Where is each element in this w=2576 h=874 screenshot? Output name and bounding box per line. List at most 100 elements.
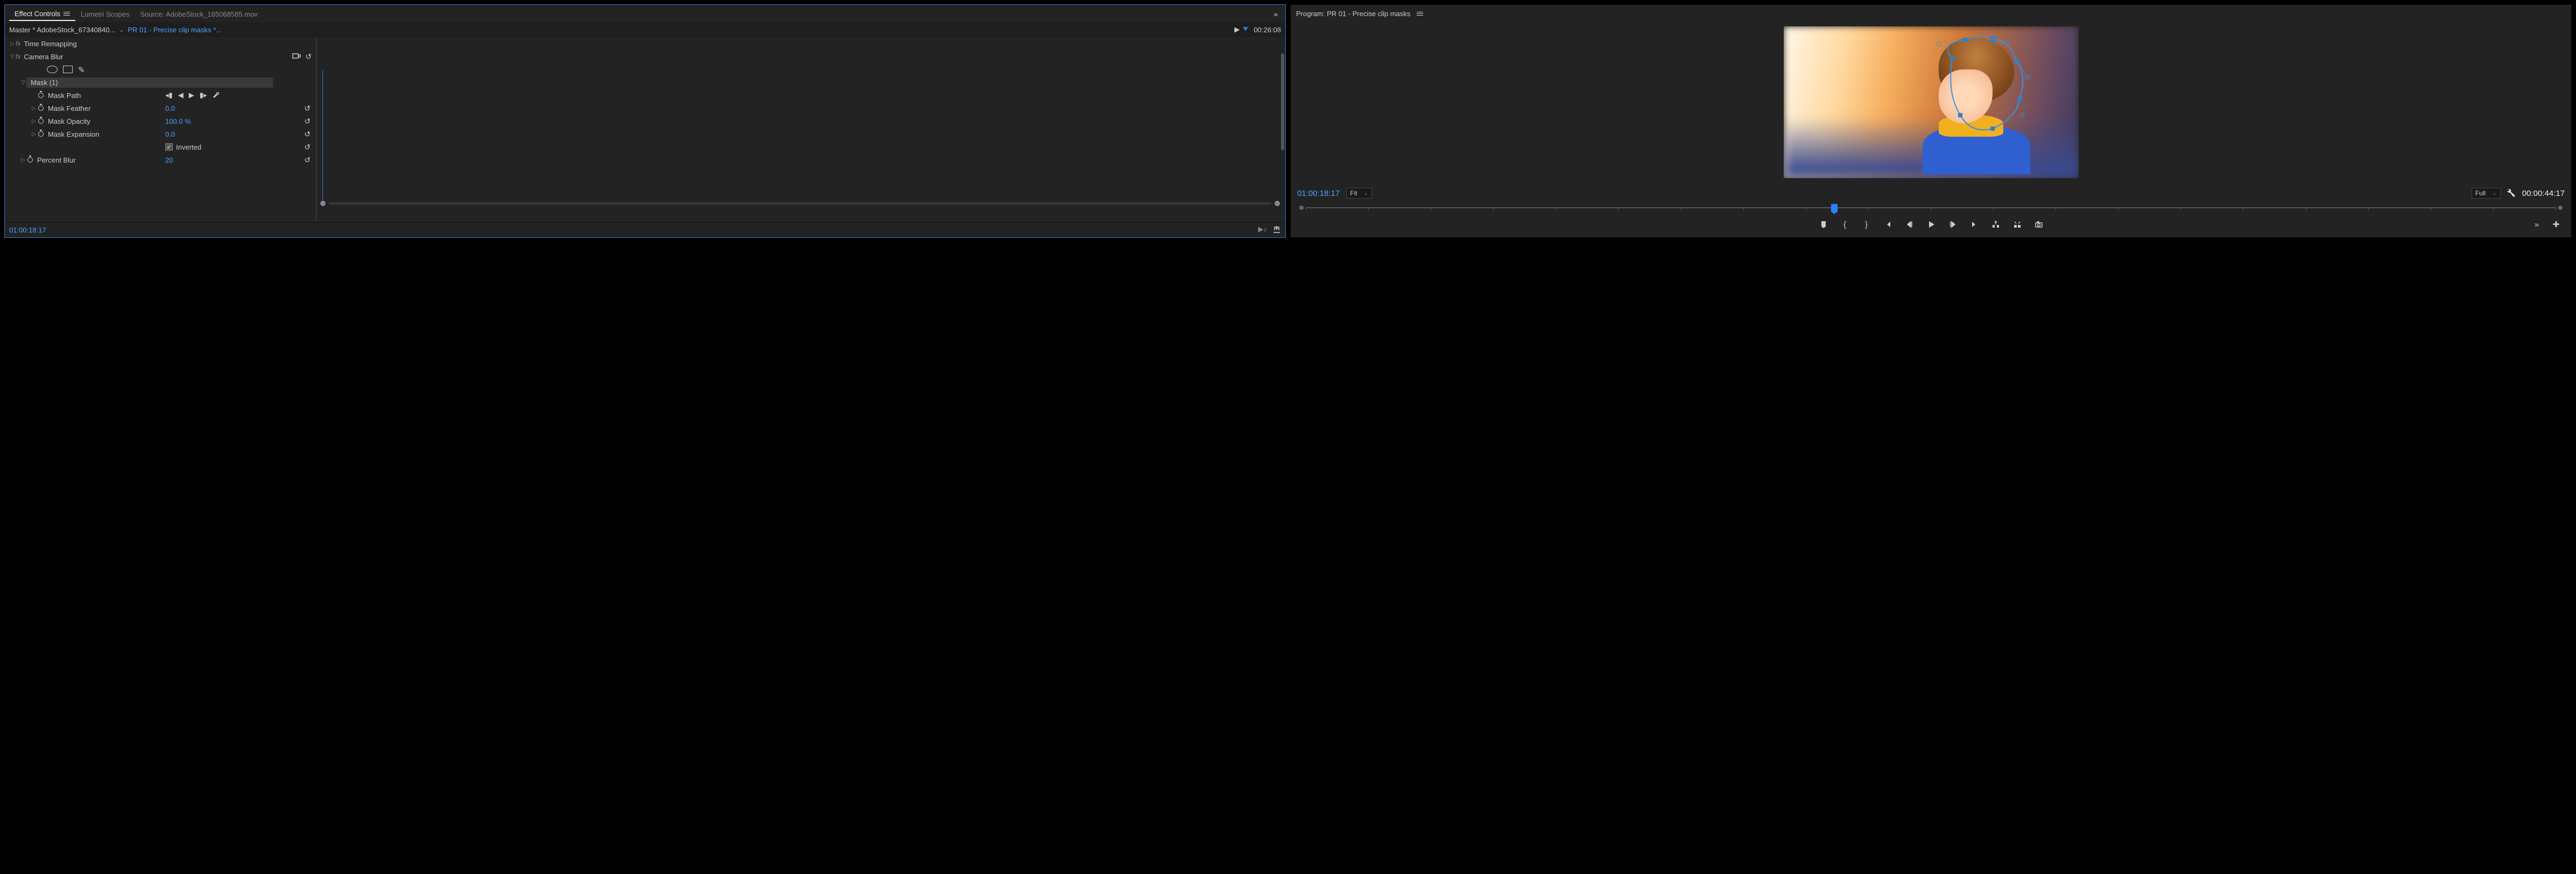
property-label: Percent Blur [37, 156, 76, 164]
add-marker-icon[interactable] [1818, 219, 1829, 230]
effect-label: Camera Blur [24, 53, 63, 61]
go-to-in-icon[interactable] [1883, 219, 1894, 230]
caret-icon[interactable]: ⌄ [118, 25, 124, 34]
scroll-knob-right[interactable] [1275, 201, 1280, 206]
stopwatch-icon[interactable] [37, 104, 45, 112]
inverted-label: Inverted [176, 143, 201, 151]
mark-out-icon[interactable]: } [1861, 219, 1872, 230]
mask-inverted-row: Inverted [5, 140, 316, 153]
mask-opacity-row: Mask Opacity 100.0 % [5, 115, 316, 128]
chevron-icon[interactable] [20, 80, 26, 86]
effect-row-camera-blur[interactable]: fx Camera Blur [5, 50, 316, 63]
stopwatch-icon[interactable] [37, 130, 45, 138]
chevron-icon[interactable] [31, 105, 37, 111]
ellipse-mask-icon[interactable] [47, 66, 58, 73]
tab-label: Source: AdobeStock_165068585.mov [140, 10, 257, 18]
inverted-checkbox[interactable] [165, 143, 173, 151]
property-value[interactable]: 20 [165, 156, 173, 164]
play-icon[interactable] [1926, 219, 1937, 230]
reset-icon[interactable] [305, 52, 312, 61]
effect-timeline-column[interactable] [316, 37, 1285, 222]
chevron-icon[interactable] [31, 118, 37, 124]
mask-label[interactable]: Mask (1) [26, 77, 273, 88]
playhead-icon[interactable] [1243, 27, 1248, 31]
effect-controls-footer: 01:00:18:17 ▶♪ [5, 222, 1285, 237]
preview-image [1784, 26, 2079, 178]
effect-controls-header: Master * AdobeStock_67340840... ⌄ PR 01 … [5, 22, 1285, 37]
toggle-icon[interactable]: ▶♪ [1258, 225, 1268, 235]
wrench-icon[interactable] [212, 90, 221, 101]
track-backward-one-icon[interactable]: ◂▮ [165, 91, 173, 100]
track-forward-one-icon[interactable]: ▮▸ [200, 91, 207, 100]
duration-timecode: 00:00:44:17 [2522, 189, 2565, 198]
chevron-icon[interactable] [9, 41, 16, 47]
mask-row[interactable]: Mask (1) [5, 76, 316, 89]
timecode-text: 00:26:08 [1254, 26, 1281, 34]
current-timecode[interactable]: 01:00:18:17 [9, 226, 46, 234]
program-time-slider[interactable] [1297, 201, 2565, 215]
slider-end-right[interactable] [2558, 206, 2563, 210]
settings-icon[interactable] [292, 52, 301, 62]
chevron-icon[interactable] [9, 54, 16, 60]
reset-icon[interactable] [304, 117, 311, 126]
export-frame-icon[interactable] [2033, 219, 2044, 230]
property-value[interactable]: 100.0 % [165, 117, 191, 125]
menu-icon[interactable] [64, 12, 70, 16]
property-value[interactable]: 0.0 [165, 130, 175, 138]
tab-lumetri-scopes[interactable]: Lumetri Scopes [75, 8, 135, 20]
mark-in-icon[interactable]: { [1840, 219, 1850, 230]
playhead-thumb[interactable] [1831, 204, 1838, 212]
sequence-name[interactable]: PR 01 - Precise clip masks *... [128, 26, 222, 34]
mask-feather-row: Mask Feather 0.0 [5, 102, 316, 115]
overflow-icon[interactable]: » [2531, 219, 2542, 230]
step-forward-icon[interactable] [1947, 219, 1958, 230]
rectangle-mask-icon[interactable] [63, 66, 73, 73]
property-label: Mask Path [48, 91, 81, 100]
vertical-scrollbar[interactable] [1281, 53, 1284, 150]
play-only-icon[interactable]: ▶ [1234, 25, 1240, 34]
chevron-icon[interactable] [31, 131, 37, 137]
overflow-icon[interactable]: » [1273, 10, 1278, 18]
step-back-icon[interactable] [1904, 219, 1915, 230]
resolution-value: Full [2475, 189, 2486, 197]
track-backward-icon[interactable]: ◀ [178, 91, 184, 100]
stopwatch-icon[interactable] [26, 156, 34, 164]
reset-icon[interactable] [304, 143, 311, 152]
program-info-row: 01:00:18:17 Fit Full 00:00:44:17 [1297, 186, 2565, 201]
scroll-knob-left[interactable] [320, 201, 326, 206]
property-value[interactable]: 0.0 [165, 104, 175, 112]
program-title: Program: PR 01 - Precise clip masks [1296, 10, 1410, 18]
program-header: Program: PR 01 - Precise clip masks [1291, 5, 2571, 22]
lift-icon[interactable] [1990, 219, 2001, 230]
slider-end-left[interactable] [1299, 206, 1304, 210]
extract-icon[interactable] [2012, 219, 2023, 230]
tab-label: Effect Controls [15, 10, 60, 18]
track-forward-icon[interactable]: ▶ [189, 91, 194, 100]
export-icon[interactable] [1272, 225, 1281, 235]
mask-path-overlay[interactable] [1928, 34, 2036, 137]
reset-icon[interactable] [304, 156, 311, 165]
resolution-dropdown[interactable]: Full [2472, 188, 2501, 199]
go-to-out-icon[interactable] [1969, 219, 1980, 230]
reset-icon[interactable] [304, 130, 311, 139]
effect-properties-column: fx Time Remapping fx Camera Blur [5, 37, 316, 222]
chevron-icon[interactable] [20, 157, 26, 163]
reset-icon[interactable] [304, 104, 311, 113]
effect-row-time-remapping[interactable]: fx Time Remapping [5, 37, 316, 50]
current-timecode[interactable]: 01:00:18:17 [1297, 189, 1340, 198]
transport-controls: { } » ✚ [1297, 215, 2565, 234]
pen-mask-icon[interactable] [78, 65, 87, 74]
property-label: Mask Expansion [48, 130, 99, 138]
menu-icon[interactable] [1417, 12, 1423, 16]
horizontal-scrollbar[interactable] [320, 200, 1280, 207]
master-clip-name[interactable]: Master * AdobeStock_67340840... [9, 26, 115, 34]
stopwatch-icon[interactable] [37, 117, 45, 125]
tab-source[interactable]: Source: AdobeStock_165068585.mov [135, 8, 263, 20]
program-preview[interactable] [1291, 22, 2571, 182]
tab-effect-controls[interactable]: Effect Controls [9, 8, 75, 21]
button-editor-icon[interactable]: ✚ [2551, 219, 2561, 230]
fx-icon: fx [16, 40, 20, 47]
zoom-dropdown[interactable]: Fit [1346, 188, 1372, 199]
stopwatch-icon[interactable] [37, 91, 45, 99]
settings-icon[interactable] [2507, 189, 2516, 198]
